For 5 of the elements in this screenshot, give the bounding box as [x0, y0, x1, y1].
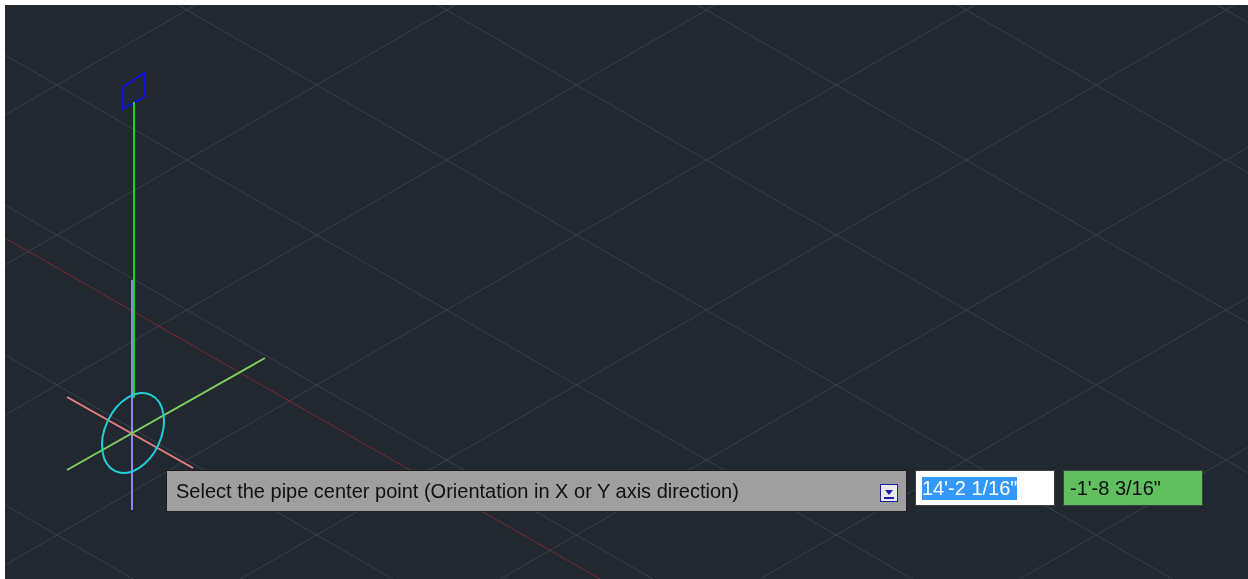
dropdown-icon[interactable]: [880, 484, 898, 502]
drawing-viewport[interactable]: Select the pipe center point (Orientation in X or Y axis direction) 14'-2 1/16" -1'-8 3/16": [5, 5, 1248, 579]
pipe-end-marker: [122, 71, 145, 111]
coordinate-input-field[interactable]: -1'-8 3/16": [1063, 470, 1203, 506]
prompt-text: Select the pipe center point (Orientation in X or Y axis direction): [176, 479, 740, 503]
